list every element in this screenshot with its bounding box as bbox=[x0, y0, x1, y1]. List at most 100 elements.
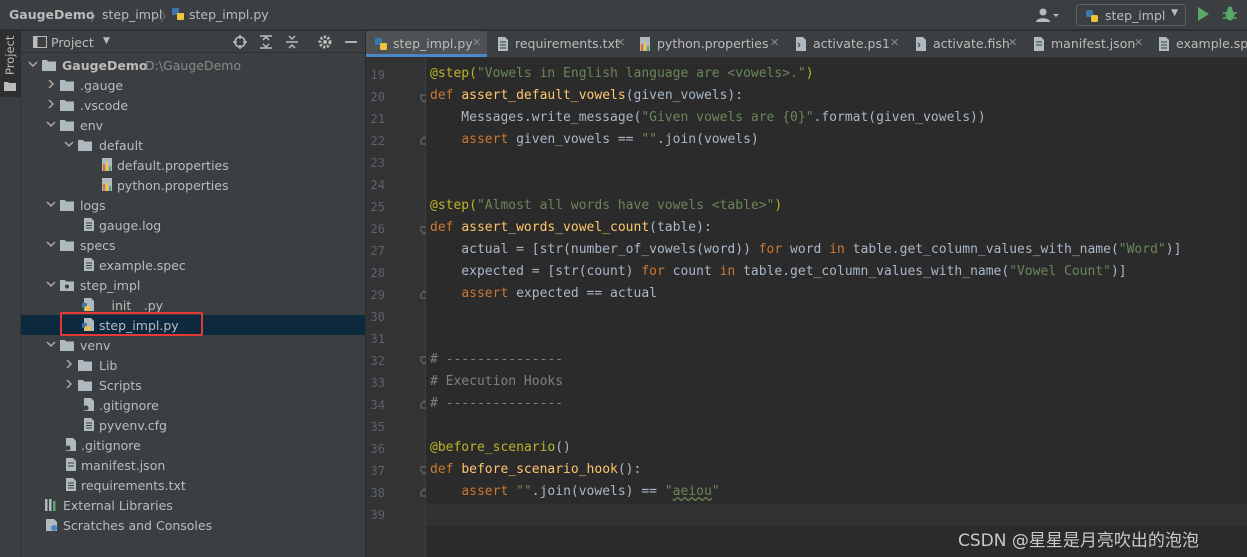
tree-item-label: python.properties bbox=[117, 178, 229, 193]
tree-item[interactable]: .vscode bbox=[21, 95, 365, 115]
run-configuration-select[interactable]: step_impl ▼ bbox=[1076, 4, 1186, 26]
tree-item[interactable]: step_impl bbox=[21, 275, 365, 295]
library-icon bbox=[45, 499, 56, 511]
text-file-icon bbox=[84, 418, 94, 431]
tree-item[interactable]: gauge.log bbox=[21, 215, 365, 235]
folder-icon bbox=[4, 82, 16, 91]
code-line: def assert_words_vowel_count(table): bbox=[430, 220, 712, 235]
tab-activate-fish[interactable]: activate.fish ✕ bbox=[906, 31, 1024, 57]
tree-item-root[interactable]: GaugeDemo D:\GaugeDemo bbox=[21, 55, 365, 75]
package-folder-icon bbox=[60, 280, 74, 291]
project-panel: Project ▼ GaugeDemo D:\GaugeDemo .gauge … bbox=[21, 31, 365, 557]
tree-item[interactable]: .gitignore bbox=[21, 435, 365, 455]
close-icon[interactable]: ✕ bbox=[616, 36, 625, 49]
tree-item-label: specs bbox=[80, 238, 116, 253]
tree-item-label: step_impl bbox=[80, 278, 141, 293]
close-icon[interactable]: ✕ bbox=[890, 36, 899, 49]
hide-icon[interactable] bbox=[343, 34, 359, 50]
debug-icon[interactable] bbox=[1222, 6, 1238, 22]
line-number: 28 bbox=[370, 266, 385, 280]
tab-label: step_impl.py bbox=[393, 36, 473, 51]
folder-icon bbox=[78, 380, 92, 391]
tree-item[interactable]: .gauge bbox=[21, 75, 365, 95]
tree-item-label: Scripts bbox=[99, 378, 142, 393]
tab-manifest-json[interactable]: manifest.json ✕ bbox=[1024, 31, 1149, 57]
tree-item[interactable]: specs bbox=[21, 235, 365, 255]
python-icon bbox=[1086, 10, 1098, 22]
python-file-icon bbox=[375, 38, 387, 50]
tree-item-label: env bbox=[80, 118, 104, 133]
chevron-right-icon bbox=[48, 79, 55, 89]
line-number: 19 bbox=[370, 68, 385, 82]
tree-item[interactable]: External Libraries bbox=[21, 495, 365, 515]
tree-item-label: Scratches and Consoles bbox=[63, 518, 213, 533]
user-icon[interactable] bbox=[1034, 6, 1062, 24]
code-editor[interactable]: @step("Vowels in English language are <v… bbox=[426, 58, 1247, 557]
tree-item[interactable]: default bbox=[21, 135, 365, 155]
breadcrumb-project[interactable]: GaugeDemo bbox=[9, 7, 95, 22]
tab-example-spec[interactable]: example.spec bbox=[1149, 31, 1247, 57]
title-bar: GaugeDemo 〉 step_impl 〉 step_impl.py ste… bbox=[0, 0, 1247, 30]
tree-item[interactable]: example.spec bbox=[21, 255, 365, 275]
folder-icon bbox=[60, 100, 74, 111]
tree-item-label: gauge.log bbox=[99, 218, 162, 233]
properties-file-icon bbox=[640, 37, 650, 51]
tree-item[interactable]: Lib bbox=[21, 355, 365, 375]
collapse-all-icon[interactable] bbox=[284, 34, 300, 50]
chevron-right-icon bbox=[66, 359, 73, 369]
tree-item[interactable]: Scripts bbox=[21, 375, 365, 395]
tree-item[interactable]: requirements.txt bbox=[21, 475, 365, 495]
code-line: assert "".join(vowels) == "aeiou" bbox=[461, 484, 720, 499]
line-number-gutter: 19 20 21 22 23 24 25 26 27 28 29 30 31 3… bbox=[366, 58, 426, 557]
code-line: @before_scenario() bbox=[430, 440, 571, 455]
code-line: def before_scenario_hook(): bbox=[430, 462, 642, 477]
close-icon[interactable]: ✕ bbox=[770, 36, 779, 49]
json-file-icon bbox=[66, 458, 76, 471]
tree-item[interactable]: python.properties bbox=[21, 175, 365, 195]
tree-item-label: Lib bbox=[99, 358, 118, 373]
close-icon[interactable]: ✕ bbox=[472, 36, 481, 49]
line-number: 30 bbox=[370, 310, 385, 324]
editor-tab-bar: step_impl.py ✕ requirements.txt ✕ python… bbox=[366, 31, 1247, 58]
tree-item[interactable]: pyvenv.cfg bbox=[21, 415, 365, 435]
project-tab-label: Project bbox=[3, 35, 17, 75]
chevron-down-icon bbox=[46, 121, 56, 128]
chevron-down-icon bbox=[46, 241, 56, 248]
line-number: 22 bbox=[370, 134, 385, 148]
tree-item[interactable]: logs bbox=[21, 195, 365, 215]
tree-item[interactable]: Scratches and Consoles bbox=[21, 515, 365, 535]
tree-item[interactable]: .gitignore bbox=[21, 395, 365, 415]
tree-item[interactable]: venv bbox=[21, 335, 365, 355]
locate-icon[interactable] bbox=[232, 34, 248, 50]
folder-icon bbox=[42, 60, 56, 71]
folder-icon bbox=[78, 140, 92, 151]
project-tool-window-tab[interactable]: Project bbox=[0, 31, 21, 97]
tab-activate-ps1[interactable]: activate.ps1 ✕ bbox=[786, 31, 906, 57]
run-icon[interactable] bbox=[1196, 6, 1210, 22]
tree-item[interactable]: default.properties bbox=[21, 155, 365, 175]
tab-label: activate.ps1 bbox=[813, 36, 890, 51]
gear-icon[interactable] bbox=[317, 34, 333, 50]
chevron-down-icon[interactable]: ▼ bbox=[103, 36, 110, 46]
expand-all-icon[interactable] bbox=[258, 34, 274, 50]
tab-python-properties[interactable]: python.properties ✕ bbox=[630, 31, 786, 57]
breadcrumb-folder[interactable]: step_impl bbox=[102, 7, 162, 22]
tree-item[interactable]: env bbox=[21, 115, 365, 135]
tab-requirements[interactable]: requirements.txt ✕ bbox=[488, 31, 630, 57]
project-panel-title[interactable]: Project bbox=[51, 35, 94, 50]
tree-item[interactable]: manifest.json bbox=[21, 455, 365, 475]
tab-step-impl[interactable]: step_impl.py ✕ bbox=[366, 31, 487, 57]
code-line: # --------------- bbox=[430, 352, 564, 367]
tab-label: manifest.json bbox=[1051, 36, 1136, 51]
line-number: 35 bbox=[370, 420, 385, 434]
breadcrumb-file[interactable]: step_impl.py bbox=[189, 7, 269, 22]
close-icon[interactable]: ✕ bbox=[1008, 36, 1017, 49]
code-line: @step("Almost all words have vowels <tab… bbox=[430, 198, 783, 213]
folder-icon bbox=[60, 120, 74, 131]
tree-item-label: default bbox=[99, 138, 143, 153]
line-number: 38 bbox=[370, 486, 385, 500]
scratches-icon bbox=[46, 519, 57, 531]
folder-icon bbox=[60, 340, 74, 351]
close-icon[interactable]: ✕ bbox=[1134, 36, 1143, 49]
gitignore-file-icon bbox=[83, 398, 94, 411]
